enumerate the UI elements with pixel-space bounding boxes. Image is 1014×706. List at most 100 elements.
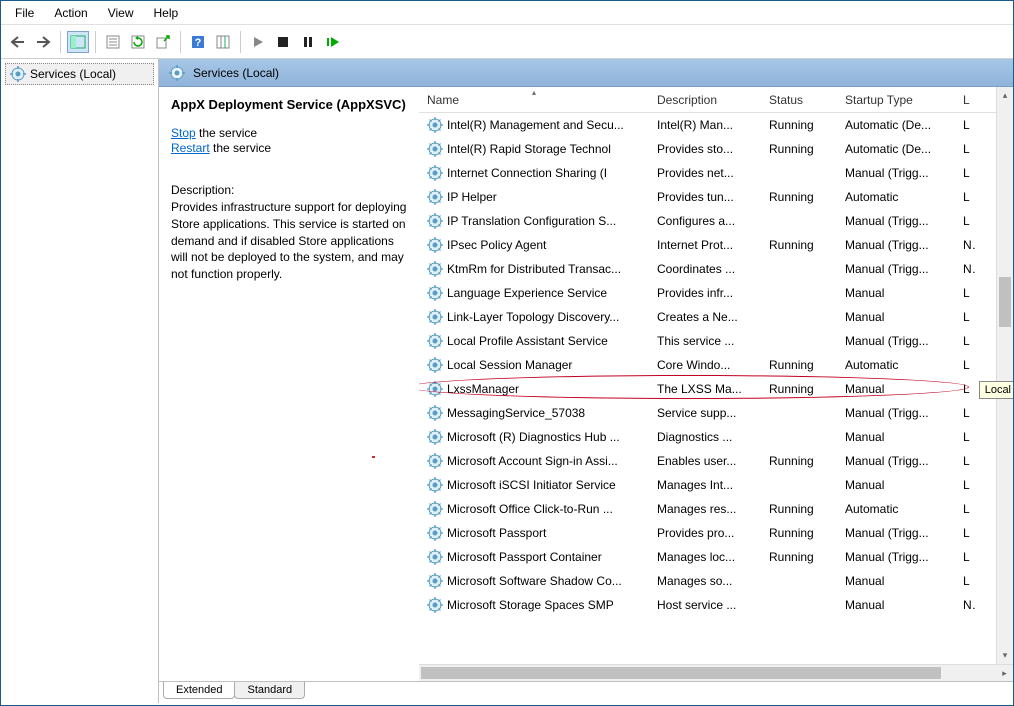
table-row[interactable]: LxssManagerThe LXSS Ma...RunningManualL <box>419 377 1013 401</box>
table-row[interactable]: Local Session ManagerCore Windo...Runnin… <box>419 353 1013 377</box>
toolbar-separator <box>180 31 181 53</box>
stop-suffix: the service <box>196 126 257 140</box>
tree-pane: Services (Local) <box>1 59 159 703</box>
cell-description: Manages loc... <box>651 550 763 564</box>
table-row[interactable]: KtmRm for Distributed Transac...Coordina… <box>419 257 1013 281</box>
stop-link[interactable]: Stop <box>171 126 196 140</box>
tab-extended[interactable]: Extended <box>163 682 235 699</box>
service-icon <box>427 165 443 181</box>
cell-startup: Manual <box>839 430 957 444</box>
table-row[interactable]: Intel(R) Rapid Storage TechnolProvides s… <box>419 137 1013 161</box>
service-icon <box>427 573 443 589</box>
table-row[interactable]: MessagingService_57038Service supp...Man… <box>419 401 1013 425</box>
cell-description: Provides pro... <box>651 526 763 540</box>
horizontal-scrollbar[interactable]: ◂ ▸ <box>419 664 1013 681</box>
cell-logon: L <box>957 382 977 396</box>
table-row[interactable]: Microsoft Software Shadow Co...Manages s… <box>419 569 1013 593</box>
cell-name: Local Session Manager <box>421 357 651 373</box>
scroll-down-icon[interactable]: ▾ <box>997 647 1013 664</box>
table-row[interactable]: Microsoft iSCSI Initiator ServiceManages… <box>419 473 1013 497</box>
refresh-button[interactable] <box>127 31 149 53</box>
cell-name: Language Experience Service <box>421 285 651 301</box>
service-icon <box>427 261 443 277</box>
table-row[interactable]: IP Translation Configuration S...Configu… <box>419 209 1013 233</box>
cell-description: This service ... <box>651 334 763 348</box>
service-list: Name▴ Description Status Startup Type L … <box>419 87 1013 681</box>
toolbar-separator <box>240 31 241 53</box>
table-row[interactable]: IPsec Policy AgentInternet Prot...Runnin… <box>419 233 1013 257</box>
table-row[interactable]: Language Experience ServiceProvides infr… <box>419 281 1013 305</box>
export-button[interactable] <box>152 31 174 53</box>
table-row[interactable]: Microsoft Account Sign-in Assi...Enables… <box>419 449 1013 473</box>
table-row[interactable]: Intel(R) Management and Secu...Intel(R) … <box>419 113 1013 137</box>
properties-button[interactable] <box>102 31 124 53</box>
scroll-thumb[interactable] <box>421 667 941 679</box>
columns-button[interactable] <box>212 31 234 53</box>
help-button[interactable]: ? <box>187 31 209 53</box>
cell-name: Internet Connection Sharing (I <box>421 165 651 181</box>
cell-name: Microsoft iSCSI Initiator Service <box>421 477 651 493</box>
menu-file[interactable]: File <box>5 3 44 23</box>
menu-view[interactable]: View <box>98 3 144 23</box>
menu-action[interactable]: Action <box>44 3 97 23</box>
cell-logon: L <box>957 286 977 300</box>
cell-name: Microsoft Office Click-to-Run ... <box>421 501 651 517</box>
table-row[interactable]: Link-Layer Topology Discovery...Creates … <box>419 305 1013 329</box>
cell-startup: Manual (Trigg... <box>839 238 957 252</box>
cell-description: Diagnostics ... <box>651 430 763 444</box>
vertical-scrollbar[interactable]: ▴ ▾ <box>996 87 1013 664</box>
cell-description: Provides infr... <box>651 286 763 300</box>
table-row[interactable]: Microsoft Office Click-to-Run ...Manages… <box>419 497 1013 521</box>
table-row[interactable]: Internet Connection Sharing (IProvides n… <box>419 161 1013 185</box>
stop-service-button[interactable] <box>272 31 294 53</box>
service-icon <box>427 237 443 253</box>
table-row[interactable]: Local Profile Assistant ServiceThis serv… <box>419 329 1013 353</box>
service-icon <box>427 285 443 301</box>
back-button[interactable] <box>7 31 29 53</box>
show-hide-tree-button[interactable] <box>67 31 89 53</box>
cell-name: Intel(R) Rapid Storage Technol <box>421 141 651 157</box>
tree-root-services[interactable]: Services (Local) <box>5 63 154 85</box>
cell-status: Running <box>763 142 839 156</box>
pause-service-button[interactable] <box>297 31 319 53</box>
restart-service-button[interactable] <box>322 31 344 53</box>
cell-startup: Manual <box>839 478 957 492</box>
cell-status: Running <box>763 238 839 252</box>
description-pane: AppX Deployment Service (AppXSVC) Stop t… <box>159 87 419 681</box>
start-service-button[interactable] <box>247 31 269 53</box>
cell-description: Service supp... <box>651 406 763 420</box>
cell-startup: Manual (Trigg... <box>839 262 957 276</box>
scroll-right-icon[interactable]: ▸ <box>996 665 1013 681</box>
cell-startup: Manual (Trigg... <box>839 550 957 564</box>
cell-description: The LXSS Ma... <box>651 382 763 396</box>
cell-name: Microsoft Software Shadow Co... <box>421 573 651 589</box>
cell-name: IPsec Policy Agent <box>421 237 651 253</box>
service-icon <box>427 381 443 397</box>
cell-startup: Manual (Trigg... <box>839 334 957 348</box>
table-row[interactable]: Microsoft Storage Spaces SMPHost service… <box>419 593 1013 617</box>
scroll-thumb[interactable] <box>999 277 1011 327</box>
forward-button[interactable] <box>32 31 54 53</box>
scroll-up-icon[interactable]: ▴ <box>997 87 1013 104</box>
table-row[interactable]: IP HelperProvides tun...RunningAutomatic… <box>419 185 1013 209</box>
cell-startup: Manual (Trigg... <box>839 214 957 228</box>
bottom-tabs: Extended Standard <box>159 681 1013 703</box>
column-description[interactable]: Description <box>649 89 761 111</box>
content-header: Services (Local) <box>159 59 1013 87</box>
cell-logon: L <box>957 118 977 132</box>
cell-logon: L <box>957 430 977 444</box>
column-startup-type[interactable]: Startup Type <box>837 89 955 111</box>
cell-logon: L <box>957 406 977 420</box>
column-logon[interactable]: L <box>955 89 985 111</box>
cell-logon: L <box>957 502 977 516</box>
restart-link[interactable]: Restart <box>171 141 210 155</box>
table-row[interactable]: Microsoft (R) Diagnostics Hub ...Diagnos… <box>419 425 1013 449</box>
tab-standard[interactable]: Standard <box>234 682 305 699</box>
column-name[interactable]: Name▴ <box>419 89 649 111</box>
column-status[interactable]: Status <box>761 89 837 111</box>
table-row[interactable]: Microsoft PassportProvides pro...Running… <box>419 521 1013 545</box>
table-row[interactable]: Microsoft Passport ContainerManages loc.… <box>419 545 1013 569</box>
tooltip: Local <box>979 381 1013 399</box>
cell-status: Running <box>763 550 839 564</box>
menu-help[interactable]: Help <box>144 3 189 23</box>
